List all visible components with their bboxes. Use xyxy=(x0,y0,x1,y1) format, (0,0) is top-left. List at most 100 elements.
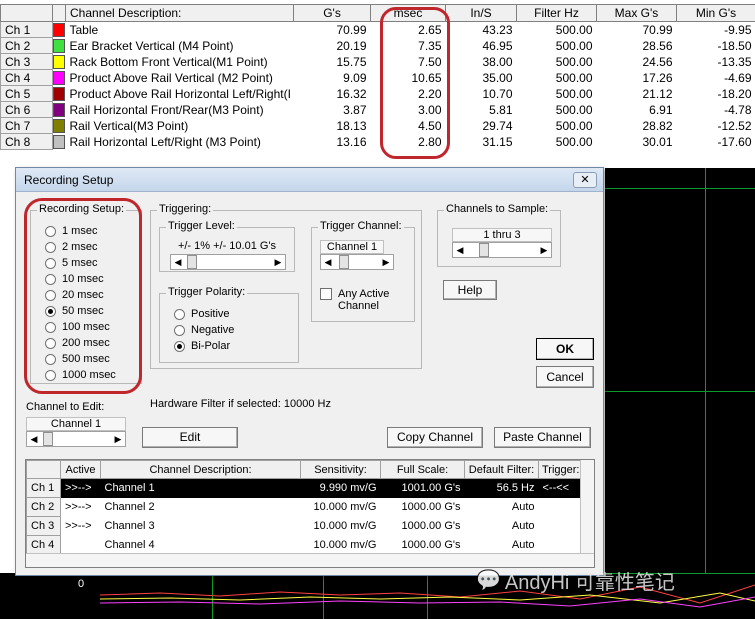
channels-to-sample-group: Channels to Sample: 1 thru 3 ◀ ▶ xyxy=(437,203,561,267)
value-msec: 4.50 xyxy=(418,118,442,133)
value-filter-hz: 500.00 xyxy=(555,118,593,133)
scroll-thumb[interactable] xyxy=(479,243,489,257)
grid-col-full-scale[interactable]: Full Scale: xyxy=(380,460,465,479)
col-max[interactable]: Max G's xyxy=(596,4,677,22)
grid-row[interactable]: Ch 4 Channel 4 10.000 mv/G 1000.00 G's Auto xyxy=(26,535,584,555)
col-gs[interactable]: G's xyxy=(293,4,371,22)
col-ins[interactable]: In/S xyxy=(445,4,517,22)
channel-label: Ch 3 xyxy=(0,53,53,70)
radio-button[interactable] xyxy=(45,337,56,349)
channel-row[interactable]: Ch 4 Product Above Rail Vertical (M2 Poin… xyxy=(0,69,755,86)
channel-label: Ch 7 xyxy=(0,117,53,134)
edit-button[interactable]: Edit xyxy=(142,427,238,448)
radio-button[interactable] xyxy=(45,289,56,301)
recording-rate-option[interactable]: 50 msec xyxy=(45,305,104,317)
channel-row[interactable]: Ch 3 Rack Bottom Front Vertical(M1 Point)… xyxy=(0,53,755,70)
any-active-channel-checkbox[interactable]: Any Active Channel xyxy=(320,288,398,312)
polarity-option[interactable]: Bi-Polar xyxy=(174,340,230,352)
polarity-option[interactable]: Positive xyxy=(174,308,230,320)
col-filter[interactable]: Filter Hz xyxy=(516,4,597,22)
scroll-left-icon[interactable]: ◀ xyxy=(321,255,335,269)
close-icon[interactable]: ✕ xyxy=(573,172,597,188)
radio-button[interactable] xyxy=(45,273,56,285)
radio-button[interactable] xyxy=(174,308,185,320)
value-ins: 46.95 xyxy=(482,38,513,53)
scroll-right-icon[interactable]: ▶ xyxy=(271,255,285,269)
recording-rate-option[interactable]: 200 msec xyxy=(45,337,110,349)
polarity-option[interactable]: Negative xyxy=(174,324,234,336)
recording-rate-option[interactable]: 100 msec xyxy=(45,321,110,333)
channels-to-sample-scrollbar[interactable]: ◀ ▶ xyxy=(452,242,552,258)
value-max-gs: 28.56 xyxy=(642,38,673,53)
col-msec[interactable]: msec xyxy=(370,4,446,22)
grid-row[interactable]: Ch 3 >>--> Channel 3 10.000 mv/G 1000.00 G's… xyxy=(26,516,584,536)
scroll-left-icon[interactable]: ◀ xyxy=(453,243,467,257)
trigger-level-scrollbar[interactable]: ◀ ▶ xyxy=(170,254,286,270)
scroll-thumb[interactable] xyxy=(43,432,53,446)
grid-row[interactable]: Ch 2 >>--> Channel 2 10.000 mv/G 1000.00 G's… xyxy=(26,497,584,517)
radio-button[interactable] xyxy=(45,369,56,381)
cancel-button[interactable]: Cancel xyxy=(536,366,594,388)
trigger-channel-value: Channel 1 xyxy=(320,240,384,254)
channel-to-edit-label: Channel to Edit: xyxy=(26,401,105,413)
col-min[interactable]: Min G's xyxy=(676,4,755,22)
scroll-left-icon[interactable]: ◀ xyxy=(27,432,41,446)
recording-rate-option[interactable]: 10 msec xyxy=(45,273,104,285)
value-gs: 20.19 xyxy=(336,38,367,53)
trigger-channel-group: Trigger Channel: Channel 1 ◀ ▶ Any Activ… xyxy=(311,220,415,322)
value-min-gs: -18.20 xyxy=(717,86,752,101)
radio-button[interactable] xyxy=(45,353,56,365)
paste-channel-button[interactable]: Paste Channel xyxy=(494,427,591,448)
value-max-gs: 30.01 xyxy=(642,134,673,149)
scroll-thumb[interactable] xyxy=(339,255,349,269)
grid-row[interactable]: Ch 1 >>--> Channel 1 9.990 mv/G 1001.00 G's 5… xyxy=(26,478,583,498)
grid-vertical-scrollbar[interactable] xyxy=(580,460,594,567)
dialog-title: Recording Setup xyxy=(16,168,603,192)
channel-row[interactable]: Ch 6 Rail Horizontal Front/Rear(M3 Point)… xyxy=(0,101,755,118)
recording-rate-option[interactable]: 1000 msec xyxy=(45,369,116,381)
radio-button[interactable] xyxy=(45,257,56,269)
recording-rate-option[interactable]: 5 msec xyxy=(45,257,97,269)
recording-rate-option[interactable]: 500 msec xyxy=(45,353,110,365)
scroll-right-icon[interactable]: ▶ xyxy=(111,432,125,446)
hardware-filter-text: Hardware Filter if selected: 10000 Hz xyxy=(150,398,331,410)
scroll-right-icon[interactable]: ▶ xyxy=(379,255,393,269)
copy-channel-button[interactable]: Copy Channel xyxy=(387,427,483,448)
grid-horizontal-scrollbar[interactable] xyxy=(26,553,594,567)
channel-row[interactable]: Ch 8 Rail Horizontal Left/Right (M3 Point… xyxy=(0,133,755,150)
radio-button[interactable] xyxy=(45,225,56,237)
grid-col-default-filter[interactable]: Default Filter: xyxy=(464,460,539,479)
radio-button[interactable] xyxy=(45,241,56,253)
scroll-thumb[interactable] xyxy=(187,255,197,269)
channel-to-edit-scrollbar[interactable]: ◀ ▶ xyxy=(26,431,126,447)
recording-rate-option[interactable]: 2 msec xyxy=(45,241,97,253)
radio-button[interactable] xyxy=(174,340,185,352)
recording-rate-option[interactable]: 1 msec xyxy=(45,225,97,237)
channel-label: Ch 2 xyxy=(0,37,53,54)
radio-button[interactable] xyxy=(45,321,56,333)
channel-row[interactable]: Ch 7 Rail Vertical(M3 Point) 18.13 4.50 29.7… xyxy=(0,117,755,134)
grid-col-description[interactable]: Channel Description: xyxy=(100,460,301,479)
recording-rate-option[interactable]: 20 msec xyxy=(45,289,104,301)
col-description[interactable]: Channel Description: xyxy=(65,4,294,22)
checkbox-box[interactable] xyxy=(320,288,332,300)
trigger-channel-scrollbar[interactable]: ◀ ▶ xyxy=(320,254,394,270)
grid-col-trigger[interactable]: Trigger: xyxy=(538,460,584,479)
grid-active: >>--> xyxy=(65,501,92,513)
grid-channel-label: Ch 3 xyxy=(26,516,61,536)
grid-default-filter: Auto xyxy=(511,520,535,532)
channel-row[interactable]: Ch 5 Product Above Rail Horizontal Left/R… xyxy=(0,85,755,102)
scroll-right-icon[interactable]: ▶ xyxy=(537,243,551,257)
help-button[interactable]: Help xyxy=(443,280,497,300)
channel-row[interactable]: Ch 2 Ear Bracket Vertical (M4 Point) 20.19… xyxy=(0,37,755,54)
radio-button[interactable] xyxy=(174,324,185,336)
channel-row[interactable]: Ch 1 Table 70.99 2.65 43.23 500.00 70.99 -9.95 xyxy=(0,21,755,38)
value-max-gs: 21.12 xyxy=(642,86,673,101)
radio-button[interactable] xyxy=(45,305,56,317)
ok-button[interactable]: OK xyxy=(536,338,594,360)
channel-table-header: Channel Description: G's msec In/S Filte… xyxy=(0,4,755,22)
grid-col-active[interactable]: Active xyxy=(60,460,101,479)
scroll-left-icon[interactable]: ◀ xyxy=(171,255,185,269)
value-ins: 10.70 xyxy=(482,86,513,101)
grid-col-sensitivity[interactable]: Sensitivity: xyxy=(300,460,381,479)
